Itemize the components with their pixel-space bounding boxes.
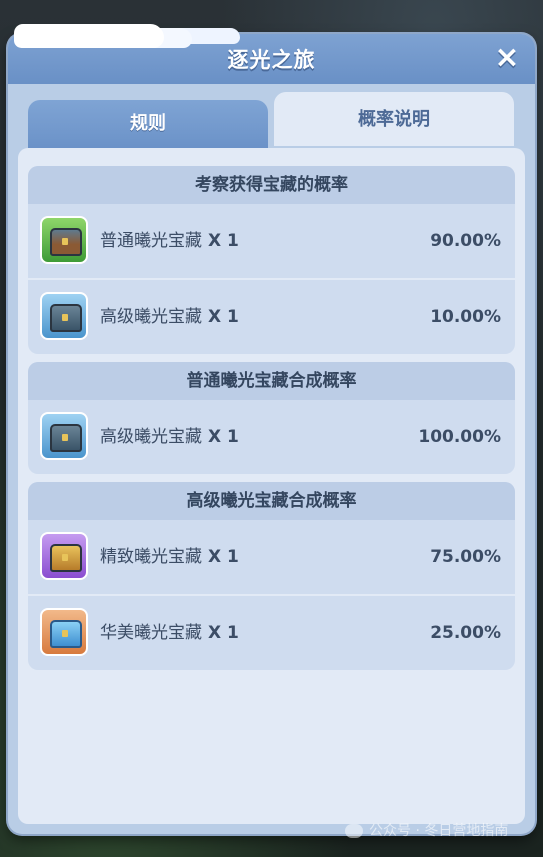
- list-item: 普通曦光宝藏 X 1 90.00%: [28, 204, 515, 278]
- tab-rules[interactable]: 规则: [28, 100, 268, 148]
- section-normal-synthesis: 普通曦光宝藏合成概率 高级曦光宝藏 X 1 100.00%: [28, 362, 515, 474]
- item-quantity: X 1: [208, 231, 239, 251]
- section-title: 高级曦光宝藏合成概率: [28, 482, 515, 520]
- item-probability: 100.00%: [418, 427, 501, 447]
- list-item: 精致曦光宝藏 X 1 75.00%: [28, 520, 515, 594]
- wechat-icon: [345, 824, 363, 838]
- section-explore-probability: 考察获得宝藏的概率 普通曦光宝藏 X 1 90.00% 高级曦光宝藏 X 1 10.…: [28, 166, 515, 354]
- snow-decoration: [14, 24, 164, 48]
- purple-chest-icon: [40, 532, 88, 580]
- item-name: 普通曦光宝藏: [100, 231, 202, 251]
- probability-dialog: 逐光之旅 × 规则 概率说明 考察获得宝藏的概率 普通曦光宝藏 X 1 90.00…: [8, 34, 535, 834]
- tab-probability[interactable]: 概率说明: [274, 92, 514, 146]
- blue-chest-icon: [40, 412, 88, 460]
- orange-chest-icon: [40, 608, 88, 656]
- close-icon[interactable]: ×: [491, 42, 523, 74]
- item-name: 华美曦光宝藏: [100, 623, 202, 643]
- list-item: 高级曦光宝藏 X 1 10.00%: [28, 278, 515, 354]
- list-item: 高级曦光宝藏 X 1 100.00%: [28, 400, 515, 474]
- item-probability: 75.00%: [430, 547, 501, 567]
- list-item: 华美曦光宝藏 X 1 25.00%: [28, 594, 515, 670]
- watermark: 公众号 · 冬日营地指南: [345, 820, 508, 840]
- item-probability: 90.00%: [430, 231, 501, 251]
- item-quantity: X 1: [208, 427, 239, 447]
- section-title: 普通曦光宝藏合成概率: [28, 362, 515, 400]
- item-probability: 25.00%: [430, 623, 501, 643]
- item-name: 高级曦光宝藏: [100, 427, 202, 447]
- section-advanced-synthesis: 高级曦光宝藏合成概率 精致曦光宝藏 X 1 75.00% 华美曦光宝藏 X 1 25…: [28, 482, 515, 670]
- probability-panel: 考察获得宝藏的概率 普通曦光宝藏 X 1 90.00% 高级曦光宝藏 X 1 10.…: [18, 148, 525, 824]
- green-chest-icon: [40, 216, 88, 264]
- item-name: 高级曦光宝藏: [100, 307, 202, 327]
- item-quantity: X 1: [208, 623, 239, 643]
- item-quantity: X 1: [208, 307, 239, 327]
- watermark-text: 公众号 · 冬日营地指南: [369, 823, 509, 839]
- section-title: 考察获得宝藏的概率: [28, 166, 515, 204]
- item-probability: 10.00%: [430, 307, 501, 327]
- dialog-title: 逐光之旅: [227, 48, 316, 72]
- item-name: 精致曦光宝藏: [100, 547, 202, 567]
- blue-chest-icon: [40, 292, 88, 340]
- item-quantity: X 1: [208, 547, 239, 567]
